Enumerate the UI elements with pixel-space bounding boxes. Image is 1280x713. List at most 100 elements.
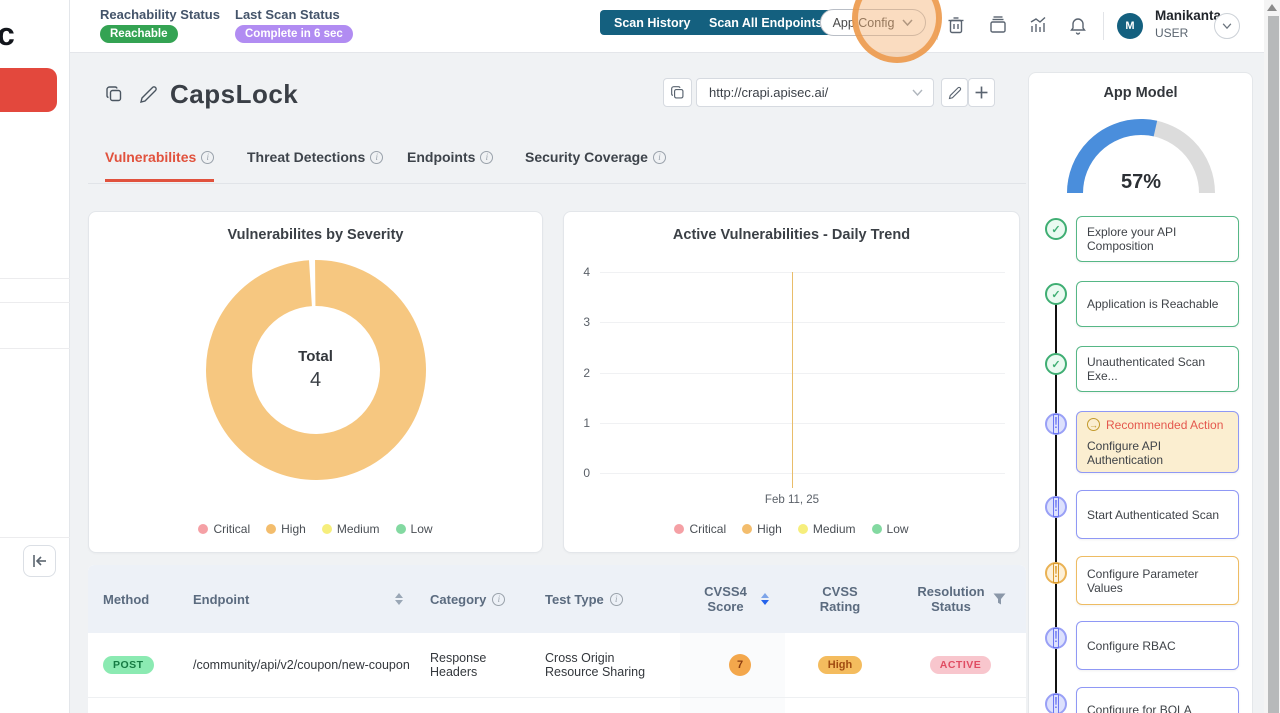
- reachability-status-label: Reachability Status: [100, 7, 220, 22]
- notifications-bell-icon[interactable]: [1069, 15, 1089, 35]
- recommended-action-line: → Recommended Action: [1087, 418, 1223, 432]
- table-header-row: Method Endpoint Category i Test Type i CVS…: [88, 565, 1026, 633]
- tab-label: Endpoints: [407, 149, 476, 165]
- page-title: CapsLock: [170, 79, 299, 109]
- app-config-button[interactable]: App Config: [820, 9, 926, 36]
- tab-threat-detections[interactable]: Threat Detections i: [247, 149, 384, 179]
- base-url-value: http://crapi.apisec.ai/: [709, 85, 829, 100]
- scroll-up-icon[interactable]: [1267, 4, 1277, 11]
- step-check-icon: ✓: [1045, 218, 1067, 240]
- tab-vulnerabilities[interactable]: Vulnerabilites i: [105, 149, 215, 182]
- column-label: Category: [430, 591, 487, 607]
- scan-history-button[interactable]: Scan History: [600, 10, 705, 35]
- step-label: Configure API Authentication: [1087, 438, 1164, 467]
- archive-icon[interactable]: [988, 15, 1008, 35]
- base-url-select[interactable]: http://crapi.apisec.ai/: [696, 78, 934, 107]
- legend-label: High: [281, 522, 306, 536]
- legend-dot: [742, 524, 753, 534]
- step-app-reachable[interactable]: Application is Reachable: [1076, 281, 1239, 327]
- legend-item[interactable]: Critical: [674, 522, 726, 536]
- logo-fragment: c: [0, 16, 15, 52]
- col-resolution-status[interactable]: Resolution Status: [895, 584, 1026, 614]
- sidebar-divider: [0, 278, 70, 279]
- col-method[interactable]: Method: [88, 592, 178, 607]
- info-icon[interactable]: i: [480, 150, 494, 164]
- tab-label: Vulnerabilites: [105, 149, 197, 165]
- col-category[interactable]: Category i: [415, 592, 530, 607]
- gridline: [600, 473, 1005, 474]
- info-icon[interactable]: i: [609, 592, 623, 606]
- cell-cvss-rating: High: [785, 656, 895, 674]
- donut-chart-title: Vulnerabilites by Severity: [227, 227, 404, 243]
- vulnerabilities-table: Method Endpoint Category i Test Type i CVS…: [88, 565, 1026, 713]
- chevron-down-icon: [1222, 23, 1232, 29]
- legend-dot: [198, 524, 209, 534]
- sort-icon[interactable]: [395, 593, 403, 605]
- gridline: [600, 423, 1005, 424]
- y-tick: 3: [583, 315, 590, 329]
- page-scrollbar[interactable]: [1264, 0, 1280, 713]
- legend-item[interactable]: Critical: [198, 522, 250, 536]
- col-cvss4-score[interactable]: CVSS4 Score: [680, 584, 785, 614]
- header-divider: [1103, 12, 1104, 40]
- y-tick: 2: [583, 366, 590, 380]
- gauge-percent-label: 57%: [1120, 171, 1162, 193]
- col-cvss-rating[interactable]: CVSS Rating: [785, 584, 895, 614]
- tab-endpoints[interactable]: Endpoints i: [407, 149, 494, 179]
- step-configure-bola[interactable]: Configure for BOLA: [1076, 687, 1239, 713]
- legend-item[interactable]: High: [742, 522, 782, 536]
- info-icon[interactable]: i: [652, 150, 666, 164]
- legend-item[interactable]: Low: [871, 522, 909, 536]
- step-unauth-scan[interactable]: Unauthenticated Scan Exe...: [1076, 346, 1239, 392]
- step-configure-api-auth[interactable]: → Recommended Action Configure API Authe…: [1076, 411, 1239, 473]
- donut-total-value: 4: [309, 369, 322, 391]
- legend-item[interactable]: Medium: [797, 522, 856, 536]
- chevron-down-icon: [902, 19, 913, 26]
- col-test-type[interactable]: Test Type i: [530, 592, 680, 607]
- step-configure-rbac[interactable]: Configure RBAC: [1076, 621, 1239, 670]
- info-icon[interactable]: i: [370, 150, 384, 164]
- step-configure-parameters[interactable]: Configure Parameter Values: [1076, 556, 1239, 605]
- info-icon[interactable]: i: [201, 150, 215, 164]
- copy-icon: [671, 86, 684, 99]
- y-tick: 1: [583, 416, 590, 430]
- step-explore-api[interactable]: Explore your API Composition: [1076, 216, 1239, 262]
- sidebar-collapse-button[interactable]: [23, 545, 56, 577]
- sidebar-divider: [0, 302, 70, 303]
- table-row[interactable]: POST /community/api/v2/coupon/new-coupon…: [88, 633, 1026, 697]
- sort-icon-active[interactable]: [760, 593, 769, 605]
- user-menu-chevron[interactable]: [1214, 13, 1240, 39]
- analytics-icon[interactable]: [1028, 15, 1048, 35]
- legend-item[interactable]: Low: [395, 522, 433, 536]
- col-endpoint[interactable]: Endpoint: [178, 592, 415, 607]
- copy-app-icon[interactable]: [105, 85, 125, 105]
- legend-item[interactable]: High: [266, 522, 306, 536]
- legend-dot: [871, 524, 882, 534]
- scrollbar-thumb[interactable]: [1268, 16, 1279, 713]
- last-scan-status-badge: Complete in 6 sec: [235, 25, 353, 43]
- step-start-auth-scan[interactable]: Start Authenticated Scan: [1076, 490, 1239, 539]
- scan-all-endpoints-button[interactable]: Scan All Endpoints: [695, 10, 837, 35]
- info-icon[interactable]: i: [492, 592, 506, 606]
- table-row-partial[interactable]: [88, 697, 1026, 713]
- step-alert-icon: !: [1045, 693, 1067, 713]
- user-avatar[interactable]: M: [1117, 13, 1143, 39]
- reachability-status: Reachability Status Reachable: [100, 7, 220, 43]
- copy-url-button[interactable]: [663, 78, 692, 107]
- cell-test-type: Cross Origin Resource Sharing: [545, 651, 646, 679]
- add-url-button[interactable]: [968, 78, 995, 107]
- edit-app-name-icon[interactable]: [139, 85, 159, 105]
- gridline: [600, 272, 1005, 273]
- donut-chart: Total 4: [201, 255, 431, 485]
- cell-method: POST: [88, 656, 178, 674]
- header-divider: [937, 12, 938, 40]
- sidebar-red-button[interactable]: [0, 68, 57, 112]
- edit-url-button[interactable]: [941, 78, 968, 107]
- tab-security-coverage[interactable]: Security Coverage i: [525, 149, 666, 179]
- filter-icon[interactable]: [993, 593, 1006, 605]
- y-tick: 0: [583, 466, 590, 480]
- legend-item[interactable]: Medium: [321, 522, 380, 536]
- severity-legend: Critical High Medium Low: [564, 522, 1019, 536]
- delete-icon[interactable]: [947, 15, 967, 35]
- cell-resolution-status: ACTIVE: [895, 656, 1026, 674]
